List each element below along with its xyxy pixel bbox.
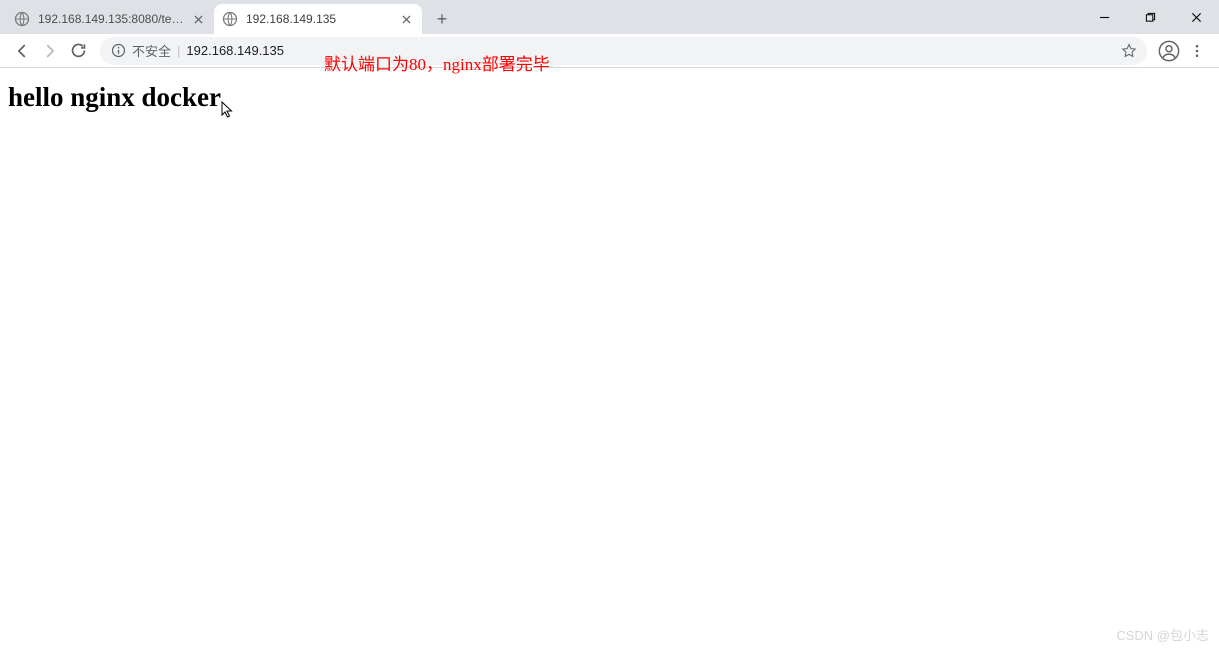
back-button[interactable] [8, 37, 36, 65]
watermark: CSDN @包小志 [1116, 625, 1209, 644]
toolbar: 不安全 | 192.168.149.135 [0, 34, 1219, 68]
minimize-button[interactable] [1081, 2, 1127, 32]
window-controls [1081, 0, 1219, 34]
heading-text: hello nginx docker [8, 82, 221, 112]
close-icon[interactable] [398, 11, 414, 27]
close-window-button[interactable] [1173, 2, 1219, 32]
globe-icon [222, 11, 238, 27]
security-label: 不安全 [132, 41, 171, 60]
page-heading: hello nginx docker [8, 82, 221, 113]
tab-title: 192.168.149.135:8080/test/ind [38, 12, 186, 26]
tab-active[interactable]: 192.168.149.135 [214, 4, 422, 34]
bookmark-star-icon[interactable] [1121, 43, 1137, 59]
tab-strip: 192.168.149.135:8080/test/ind 192.168.14… [0, 0, 1219, 34]
info-icon[interactable] [110, 43, 126, 59]
address-bar[interactable]: 不安全 | 192.168.149.135 [100, 37, 1147, 65]
close-icon[interactable] [190, 11, 206, 27]
globe-icon [14, 11, 30, 27]
reload-button[interactable] [64, 37, 92, 65]
new-tab-button[interactable]: + [428, 5, 456, 33]
tab-title: 192.168.149.135 [246, 12, 394, 26]
url-text: 192.168.149.135 [186, 43, 284, 58]
forward-button[interactable] [36, 37, 64, 65]
browser-window: 192.168.149.135:8080/test/ind 192.168.14… [0, 0, 1219, 650]
page-content: hello nginx docker [0, 68, 1219, 650]
plus-icon: + [437, 9, 448, 30]
cursor-arrow-icon [221, 101, 235, 119]
profile-avatar-icon[interactable] [1155, 37, 1183, 65]
kebab-menu-icon[interactable] [1183, 37, 1211, 65]
divider: | [177, 43, 180, 58]
maximize-button[interactable] [1127, 2, 1173, 32]
tab-inactive[interactable]: 192.168.149.135:8080/test/ind [6, 4, 214, 34]
